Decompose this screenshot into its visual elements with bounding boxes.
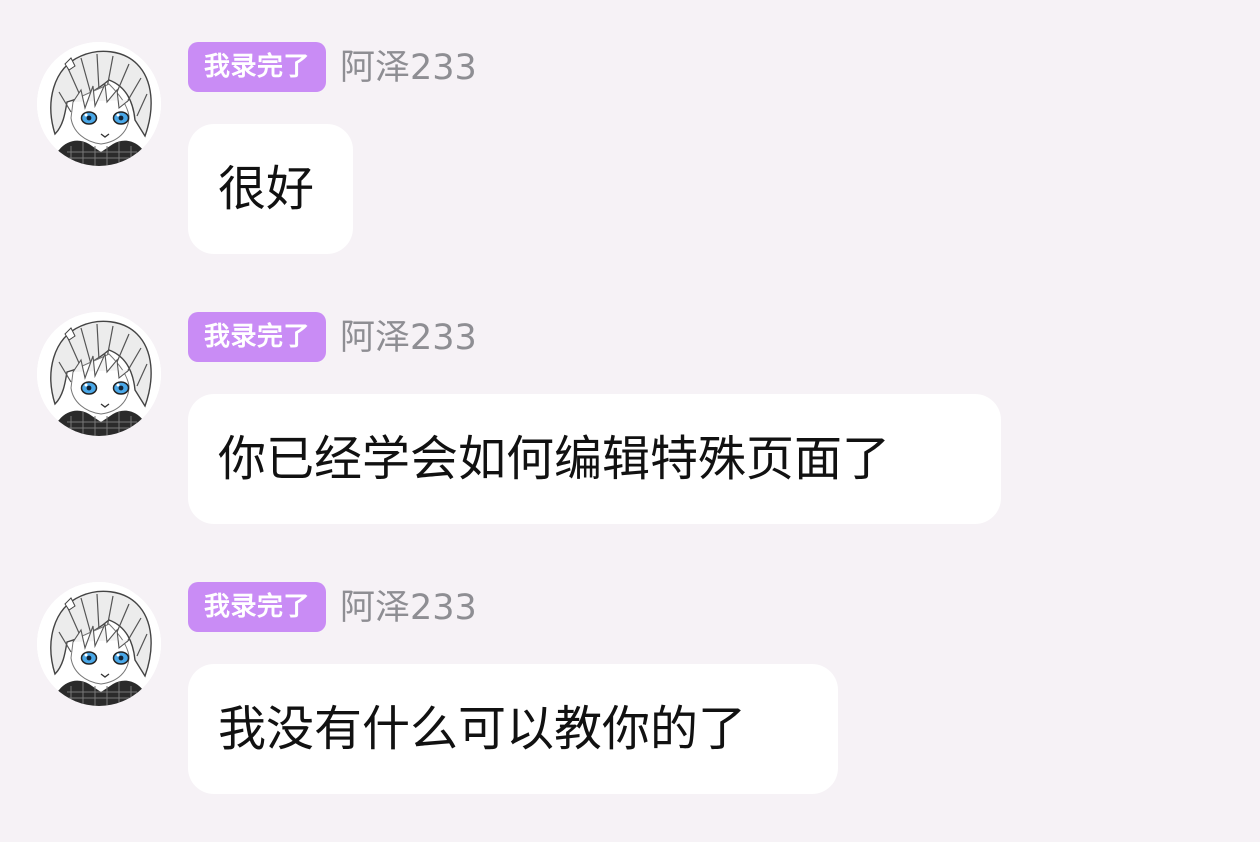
message-bubble[interactable]: 很好 <box>188 124 353 254</box>
chat-message: 我录完了 阿泽233 很好 <box>0 42 1260 302</box>
anime-avatar-icon <box>37 42 161 166</box>
user-avatar[interactable] <box>37 312 161 436</box>
username[interactable]: 阿泽233 <box>340 582 477 632</box>
user-title-badge: 我录完了 <box>188 312 326 362</box>
username[interactable]: 阿泽233 <box>340 42 477 92</box>
user-avatar[interactable] <box>37 582 161 706</box>
username[interactable]: 阿泽233 <box>340 312 477 362</box>
user-title-badge: 我录完了 <box>188 582 326 632</box>
message-bubble[interactable]: 你已经学会如何编辑特殊页面了 <box>188 394 1001 524</box>
anime-avatar-icon <box>37 312 161 436</box>
message-bubble[interactable]: 我没有什么可以教你的了 <box>188 664 838 794</box>
user-avatar[interactable] <box>37 42 161 166</box>
chat-message: 我录完了 阿泽233 你已经学会如何编辑特殊页面了 <box>0 312 1260 572</box>
anime-avatar-icon <box>37 582 161 706</box>
user-title-badge: 我录完了 <box>188 42 326 92</box>
chat-message-list: 我录完了 阿泽233 很好 我录完了 阿泽233 你已经学会如何编辑特殊页面了 … <box>0 0 1260 837</box>
chat-message: 我录完了 阿泽233 我没有什么可以教你的了 <box>0 582 1260 842</box>
